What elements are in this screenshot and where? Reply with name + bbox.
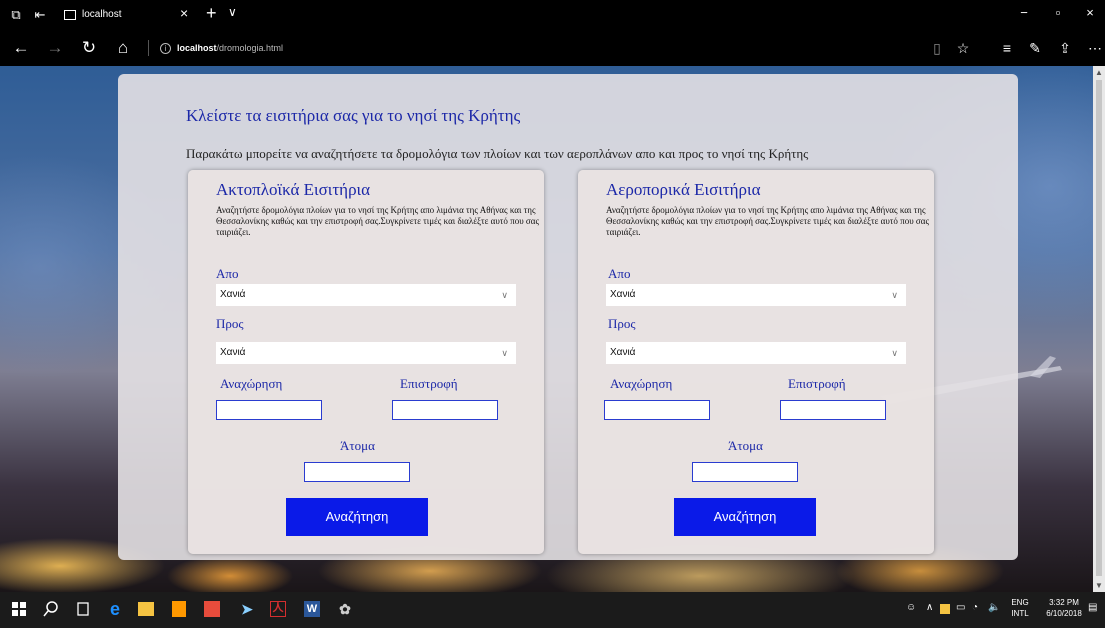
people-input[interactable]: [692, 462, 798, 482]
scroll-down-icon[interactable]: ▼: [1095, 581, 1103, 590]
battery-icon[interactable]: ▭: [956, 602, 965, 613]
people-icon[interactable]: ☺: [906, 602, 916, 613]
file-explorer-icon[interactable]: [138, 602, 154, 616]
panel-title: Αεροπορικά Εισιτήρια: [606, 180, 761, 199]
chevron-down-icon: ∨: [501, 348, 508, 358]
show-hidden-icons-chevron[interactable]: ∧: [926, 602, 933, 613]
page-title: Κλείστε τα εισιτήρια σας για το νησί της…: [186, 106, 521, 125]
return-input[interactable]: [780, 400, 886, 420]
browser-title-bar: ⧉ ⇤ localhost × + ∨ − ▫ ×: [0, 0, 1105, 30]
tab-list-icon[interactable]: ∨: [228, 5, 237, 19]
return-input[interactable]: [392, 400, 498, 420]
home-icon[interactable]: ⌂: [112, 38, 134, 58]
tab-preview-icon[interactable]: ⇤: [32, 7, 48, 23]
to-select-value: Χανιά: [610, 347, 636, 358]
departure-label: Αναχώρηση: [610, 376, 673, 391]
people-input[interactable]: [304, 462, 410, 482]
departure-input[interactable]: [604, 400, 710, 420]
volume-icon[interactable]: 🔈: [988, 602, 1000, 613]
from-select[interactable]: Χανιά ∨: [606, 284, 906, 306]
browser-nav-bar: ← → ↻ ⌂ i localhost/dromologia.html ▯ ☆ ≡…: [0, 30, 1105, 66]
panel-title: Ακτοπλοϊκά Εισιτήρια: [216, 180, 371, 199]
web-notes-icon[interactable]: ✎: [1024, 38, 1046, 58]
address-host: localhost: [177, 43, 217, 53]
chevron-down-icon: ∨: [501, 290, 508, 300]
sublime-text-icon[interactable]: [172, 601, 186, 617]
action-center-icon[interactable]: ▤: [1088, 602, 1097, 613]
start-windows-icon[interactable]: [10, 600, 28, 618]
reading-view-icon[interactable]: ▯: [926, 38, 948, 58]
vertical-scrollbar[interactable]: ▲ ▼: [1093, 66, 1105, 592]
search-button[interactable]: Αναζήτηση: [286, 498, 428, 536]
page-viewport: Κλείστε τα εισιτήρια σας για το νησί της…: [0, 66, 1093, 592]
tab-close-icon[interactable]: ×: [180, 5, 188, 21]
people-label: Άτομα: [728, 438, 763, 453]
maximize-icon[interactable]: ▫: [1048, 5, 1068, 20]
to-select-value: Χανιά: [220, 347, 246, 358]
from-select[interactable]: Χανιά ∨: [216, 284, 516, 306]
departure-input[interactable]: [216, 400, 322, 420]
close-window-icon[interactable]: ×: [1080, 5, 1100, 20]
site-info-icon[interactable]: i: [160, 43, 171, 55]
search-button[interactable]: Αναζήτηση: [674, 498, 816, 536]
paint-icon[interactable]: ✿: [336, 600, 354, 618]
search-icon[interactable]: [42, 600, 60, 618]
wifi-icon[interactable]: ◔: [972, 602, 978, 613]
address-path: /dromologia.html: [216, 43, 284, 53]
taskbar: e ➤ 人 W ✿ ☺ ∧ ▭ ◔ 🔈 ENG INTL 3:32 PM 6/1…: [0, 592, 1105, 628]
system-clock[interactable]: 3:32 PM 6/10/2018: [1040, 597, 1088, 619]
to-label: Προς: [216, 316, 244, 331]
from-select-value: Χανιά: [610, 289, 636, 300]
minimize-icon[interactable]: −: [1014, 5, 1034, 20]
chevron-down-icon: ∨: [891, 348, 898, 358]
people-label: Άτομα: [340, 438, 375, 453]
input-language-indicator[interactable]: ENG INTL: [1006, 597, 1034, 619]
page-intro: Παρακάτω μπορείτε να αναζητήσετε τα δρομ…: [186, 146, 809, 161]
back-icon[interactable]: ←: [10, 38, 32, 58]
more-icon[interactable]: ⋯: [1084, 38, 1105, 58]
return-label: Επιστροφή: [788, 376, 846, 391]
tab-title: localhost: [82, 9, 122, 20]
main-card: Κλείστε τα εισιτήρια σας για το νησί της…: [118, 74, 1018, 560]
language-code: ENG: [1011, 598, 1029, 607]
new-tab-icon[interactable]: +: [206, 3, 217, 24]
clock-date: 6/10/2018: [1046, 609, 1082, 618]
chevron-down-icon: ∨: [891, 290, 898, 300]
page-icon: [64, 10, 76, 20]
pdf-reader-icon[interactable]: 人: [270, 601, 286, 617]
tray-app-icon[interactable]: [940, 604, 950, 614]
refresh-icon[interactable]: ↻: [78, 38, 100, 58]
word-icon[interactable]: W: [304, 601, 320, 617]
forward-icon[interactable]: →: [44, 38, 66, 58]
keyboard-layout: INTL: [1011, 609, 1029, 618]
to-select[interactable]: Χανιά ∨: [606, 342, 906, 364]
favorite-star-icon[interactable]: ☆: [952, 38, 974, 58]
edge-browser-icon[interactable]: e: [106, 600, 124, 618]
ferry-tickets-panel: Ακτοπλοϊκά Εισιτήρια Αναζητήστε δρομολόγ…: [188, 170, 544, 554]
favorites-hub-icon[interactable]: ≡: [996, 38, 1018, 58]
from-label: Απο: [608, 266, 631, 281]
visual-studio-icon[interactable]: ➤: [238, 600, 256, 618]
from-select-value: Χανιά: [220, 289, 246, 300]
air-tickets-panel: Αεροπορικά Εισιτήρια Αναζητήστε δρομολόγ…: [578, 170, 934, 554]
panel-description: Αναζητήστε δρομολόγια πλοίων για το νησί…: [606, 205, 930, 237]
scroll-up-icon[interactable]: ▲: [1095, 68, 1103, 77]
from-label: Απο: [216, 266, 239, 281]
task-view-icon[interactable]: [74, 600, 92, 618]
clock-time: 3:32 PM: [1049, 598, 1079, 607]
office-app-icon[interactable]: [204, 601, 220, 617]
address-bar[interactable]: i localhost/dromologia.html: [160, 40, 283, 56]
scrollbar-thumb[interactable]: [1096, 80, 1102, 576]
departure-label: Αναχώρηση: [220, 376, 283, 391]
to-label: Προς: [608, 316, 636, 331]
browser-tab[interactable]: localhost: [58, 4, 188, 26]
nav-divider: [148, 40, 149, 56]
tab-actions-icon[interactable]: ⧉: [8, 7, 24, 23]
to-select[interactable]: Χανιά ∨: [216, 342, 516, 364]
return-label: Επιστροφή: [400, 376, 458, 391]
panel-description: Αναζητήστε δρομολόγια πλοίων για το νησί…: [216, 205, 540, 237]
share-icon[interactable]: ⇪: [1054, 38, 1076, 58]
